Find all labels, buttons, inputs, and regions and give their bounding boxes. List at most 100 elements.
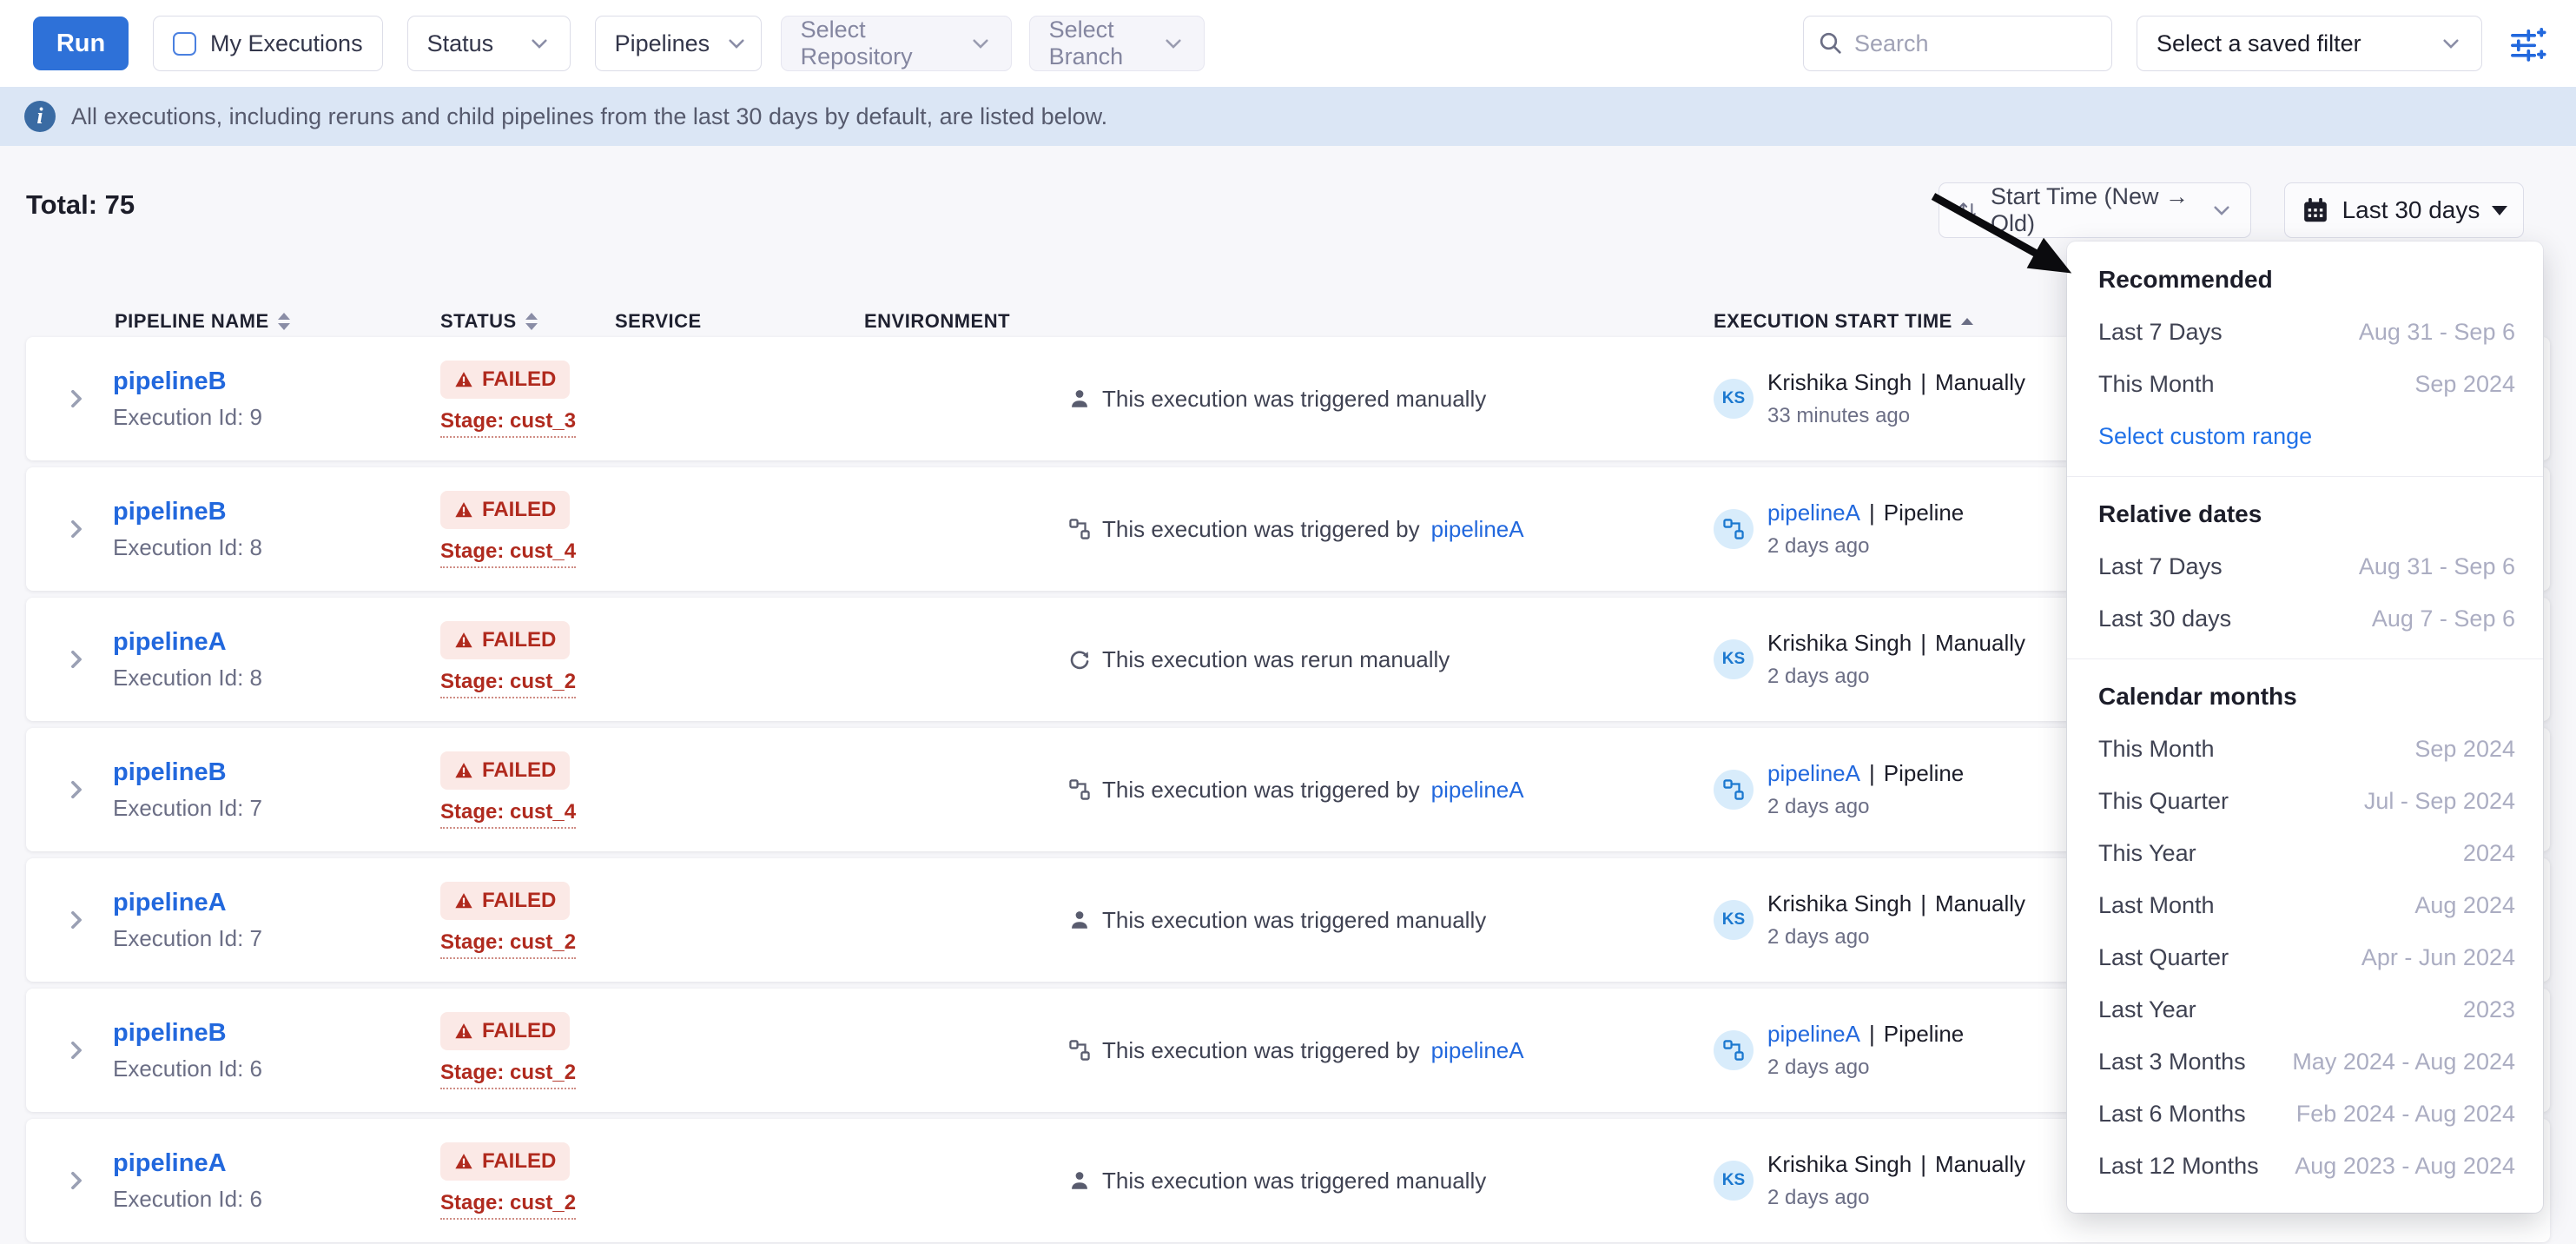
date-range-button[interactable]: Last 30 days bbox=[2284, 182, 2524, 238]
date-option-value: Aug 31 - Sep 6 bbox=[2359, 319, 2515, 346]
column-header-status[interactable]: STATUS bbox=[440, 308, 538, 335]
date-option-last-quarter[interactable]: Last Quarter Apr - Jun 2024 bbox=[2067, 931, 2543, 983]
select-branch-dropdown[interactable]: Select Branch bbox=[1029, 16, 1205, 71]
trigger-pipeline-link[interactable]: pipelineA bbox=[1431, 777, 1524, 804]
column-header-environment: ENVIRONMENT bbox=[864, 308, 1010, 335]
triggered-by-pipeline-link[interactable]: pipelineA bbox=[1767, 1021, 1860, 1048]
date-option-last-year[interactable]: Last Year 2023 bbox=[2067, 983, 2543, 1036]
triggered-by-name: Krishika Singh bbox=[1767, 369, 1912, 396]
saved-filter-dropdown[interactable]: Select a saved filter bbox=[2137, 16, 2482, 71]
relative-time: 33 minutes ago bbox=[1767, 404, 2025, 428]
select-repository-label: Select Repository bbox=[801, 17, 954, 70]
pipeline-name-link[interactable]: pipelineA bbox=[113, 889, 227, 917]
chevron-right-icon[interactable] bbox=[64, 1168, 89, 1193]
date-option-this-month[interactable]: This Month Sep 2024 bbox=[2067, 723, 2543, 775]
date-option-value: Aug 2023 - Aug 2024 bbox=[2295, 1153, 2515, 1180]
pipeline-name-link[interactable]: pipelineB bbox=[113, 1019, 227, 1048]
filter-settings-button[interactable] bbox=[2507, 22, 2550, 65]
chevron-right-icon[interactable] bbox=[64, 778, 89, 802]
date-option-last-30-days[interactable]: Last 30 days Aug 7 - Sep 6 bbox=[2067, 592, 2543, 645]
total-count: Total: 75 bbox=[26, 189, 135, 221]
toolbar: Run My Executions Status Pipelines Selec… bbox=[0, 0, 2576, 87]
my-executions-checkbox[interactable] bbox=[173, 32, 196, 56]
date-option-last-3-months[interactable]: Last 3 Months May 2024 - Aug 2024 bbox=[2067, 1036, 2543, 1088]
execution-id: Execution Id: 8 bbox=[113, 534, 262, 561]
failed-stage-link[interactable]: Stage: cust_4 bbox=[440, 800, 576, 829]
person-icon bbox=[1068, 909, 1091, 931]
trigger-text: This execution was triggered manually bbox=[1102, 1168, 1486, 1194]
warning-icon bbox=[454, 631, 473, 650]
triggered-by-pipeline-link[interactable]: pipelineA bbox=[1767, 760, 1860, 787]
pipeline-name-link[interactable]: pipelineB bbox=[113, 498, 227, 526]
search-box[interactable] bbox=[1803, 16, 2112, 71]
date-option-label: Last Year bbox=[2098, 996, 2196, 1023]
date-option-value: Feb 2024 - Aug 2024 bbox=[2296, 1101, 2515, 1128]
failed-stage-link[interactable]: Stage: cust_2 bbox=[440, 930, 576, 959]
failed-stage-link[interactable]: Stage: cust_2 bbox=[440, 1191, 576, 1220]
failed-stage-link[interactable]: Stage: cust_2 bbox=[440, 670, 576, 698]
trigger-text: This execution was rerun manually bbox=[1102, 646, 1450, 673]
trigger-pipeline-link[interactable]: pipelineA bbox=[1431, 516, 1524, 543]
column-header-pipeline-name[interactable]: PIPELINE NAME bbox=[115, 308, 290, 335]
select-custom-range-link[interactable]: Select custom range bbox=[2098, 423, 2312, 450]
info-banner: i All executions, including reruns and c… bbox=[0, 87, 2576, 146]
date-option-value: 2024 bbox=[2463, 840, 2515, 867]
sort-dropdown-label: Start Time (New → Old) bbox=[1991, 183, 2198, 237]
menu-divider bbox=[2067, 476, 2543, 477]
pipelines-dropdown[interactable]: Pipelines bbox=[595, 16, 762, 71]
date-option-last-7-days[interactable]: Last 7 Days Aug 31 - Sep 6 bbox=[2067, 540, 2543, 592]
status-badge: FAILED bbox=[440, 491, 570, 529]
triggered-by-pipeline-link[interactable]: pipelineA bbox=[1767, 500, 1860, 526]
failed-stage-link[interactable]: Stage: cust_4 bbox=[440, 539, 576, 568]
date-option-label: This Month bbox=[2098, 371, 2215, 398]
date-option-select-custom-range[interactable]: Select custom range bbox=[2067, 410, 2543, 462]
date-option-label: Last 30 days bbox=[2098, 605, 2231, 632]
pipelines-dropdown-label: Pipelines bbox=[615, 30, 710, 57]
trigger-pipeline-link[interactable]: pipelineA bbox=[1431, 1037, 1524, 1064]
trigger-kind: Pipeline bbox=[1884, 760, 1965, 787]
pipeline-name-link[interactable]: pipelineB bbox=[113, 758, 227, 787]
chevron-right-icon[interactable] bbox=[64, 517, 89, 541]
status-dropdown[interactable]: Status bbox=[407, 16, 571, 71]
avatar: KS bbox=[1714, 1161, 1754, 1201]
pipeline-name-link[interactable]: pipelineA bbox=[113, 1149, 227, 1178]
date-option-last-12-months[interactable]: Last 12 Months Aug 2023 - Aug 2024 bbox=[2067, 1140, 2543, 1192]
trigger-kind: Manually bbox=[1935, 369, 2025, 396]
pipeline-trigger-icon bbox=[1068, 1039, 1091, 1062]
chevron-right-icon[interactable] bbox=[64, 647, 89, 672]
search-input[interactable] bbox=[1854, 30, 2071, 57]
sort-both-icon bbox=[278, 313, 290, 330]
chevron-right-icon[interactable] bbox=[64, 387, 89, 411]
column-header-label: ENVIRONMENT bbox=[864, 310, 1010, 333]
caret-down-icon bbox=[2492, 206, 2507, 215]
date-option-value: Aug 31 - Sep 6 bbox=[2359, 553, 2515, 580]
failed-stage-link[interactable]: Stage: cust_2 bbox=[440, 1061, 576, 1089]
relative-time: 2 days ago bbox=[1767, 665, 2025, 689]
execution-id: Execution Id: 7 bbox=[113, 925, 262, 952]
trigger-text: This execution was triggered by bbox=[1102, 516, 1420, 543]
trigger-text: This execution was triggered by bbox=[1102, 777, 1420, 804]
date-option-this-month[interactable]: This Month Sep 2024 bbox=[2067, 358, 2543, 410]
status-label: FAILED bbox=[482, 758, 556, 783]
chevron-right-icon[interactable] bbox=[64, 1038, 89, 1062]
relative-time: 2 days ago bbox=[1767, 795, 1964, 819]
date-option-label: Last 12 Months bbox=[2098, 1153, 2259, 1180]
failed-stage-link[interactable]: Stage: cust_3 bbox=[440, 409, 576, 438]
pipeline-name-link[interactable]: pipelineB bbox=[113, 367, 227, 396]
date-option-last-6-months[interactable]: Last 6 Months Feb 2024 - Aug 2024 bbox=[2067, 1088, 2543, 1140]
select-repository-dropdown[interactable]: Select Repository bbox=[781, 16, 1012, 71]
date-option-last-7-days[interactable]: Last 7 Days Aug 31 - Sep 6 bbox=[2067, 306, 2543, 358]
run-button[interactable]: Run bbox=[33, 17, 129, 70]
date-option-last-month[interactable]: Last Month Aug 2024 bbox=[2067, 879, 2543, 931]
sort-dropdown[interactable]: Start Time (New → Old) bbox=[1939, 182, 2251, 238]
date-option-this-year[interactable]: This Year 2024 bbox=[2067, 827, 2543, 879]
warning-icon bbox=[454, 891, 473, 910]
rerun-icon bbox=[1068, 648, 1091, 671]
date-option-value: 2023 bbox=[2463, 996, 2515, 1023]
column-header-execution-start-time[interactable]: EXECUTION START TIME bbox=[1714, 308, 1973, 335]
chevron-right-icon[interactable] bbox=[64, 908, 89, 932]
pipeline-name-link[interactable]: pipelineA bbox=[113, 628, 227, 657]
avatar: KS bbox=[1714, 900, 1754, 940]
date-option-this-quarter[interactable]: This Quarter Jul - Sep 2024 bbox=[2067, 775, 2543, 827]
my-executions-filter[interactable]: My Executions bbox=[153, 16, 383, 71]
